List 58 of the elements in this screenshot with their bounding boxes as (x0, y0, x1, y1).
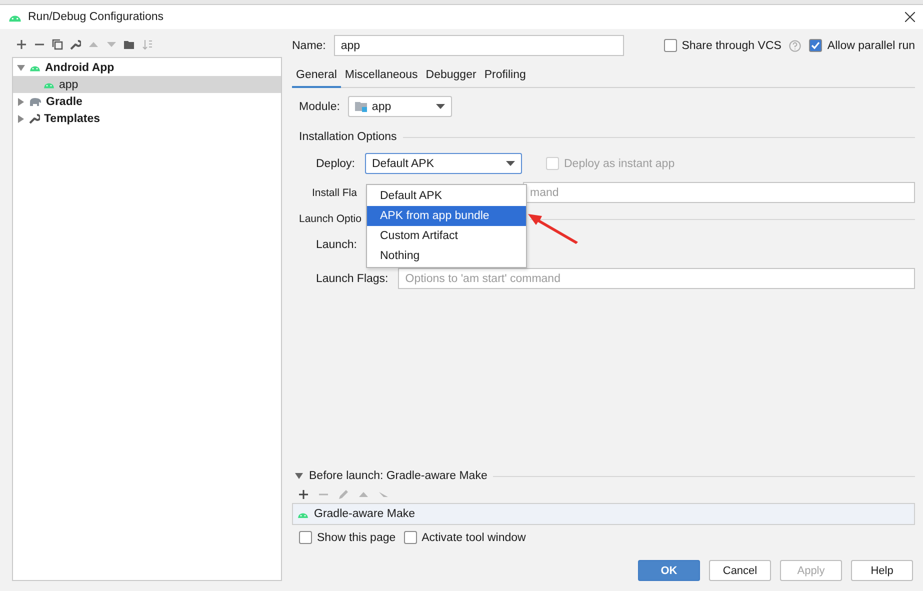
instant-app-label: Deploy as instant app (564, 158, 675, 170)
module-folder-icon (354, 101, 368, 112)
name-field[interactable]: app (334, 35, 624, 56)
module-label: Module: (299, 100, 340, 112)
edit-icon[interactable] (338, 489, 349, 500)
show-page-label: Show this page (317, 532, 396, 544)
expand-icon[interactable] (17, 98, 25, 106)
dialog-button[interactable]: OK (638, 560, 700, 581)
sort-icon[interactable] (142, 38, 153, 50)
elephant-icon (29, 97, 42, 106)
dropdown-caret-icon[interactable] (506, 161, 515, 166)
launch-label: Launch: (316, 238, 357, 250)
menu-option[interactable]: Custom Artifact (367, 226, 526, 246)
checkbox[interactable] (299, 531, 312, 544)
tree-item[interactable]: Android App (13, 59, 281, 76)
menu-option[interactable]: Default APK (367, 186, 526, 206)
checkbox[interactable] (809, 39, 822, 52)
share-label: Share through VCS (682, 40, 782, 52)
close-icon[interactable] (905, 12, 915, 22)
tab[interactable]: Debugger (422, 66, 480, 88)
section-title: Launch Optio (299, 213, 362, 225)
folder-icon[interactable] (124, 38, 135, 50)
allow-parallel-label: Allow parallel run (827, 40, 915, 52)
android-icon (43, 80, 55, 89)
deploy-label: Deploy: (316, 158, 355, 170)
copy-icon[interactable] (52, 38, 63, 50)
tab[interactable]: Profiling (480, 66, 530, 88)
tree-item[interactable]: Templates (13, 110, 281, 127)
dropdown-caret-icon[interactable] (436, 104, 445, 109)
checkbox[interactable] (404, 531, 417, 544)
help-icon[interactable] (789, 40, 802, 52)
section-title[interactable]: Before launch: Gradle-aware Make (309, 470, 488, 482)
collapse-icon[interactable] (17, 64, 25, 72)
name-label: Name: (292, 40, 326, 52)
expand-icon[interactable] (17, 114, 25, 122)
tree-item[interactable]: Gradle (13, 93, 281, 110)
task-item[interactable]: Gradle-aware Make (314, 508, 415, 520)
add-icon[interactable] (16, 38, 27, 50)
wrench-icon[interactable] (70, 38, 81, 50)
module-dropdown[interactable]: app (348, 96, 452, 117)
checkbox[interactable] (664, 39, 677, 52)
window-title: Run/Debug Configurations (28, 11, 165, 23)
launch-flags-label: Launch Flags: (316, 272, 388, 284)
add-icon[interactable] (298, 489, 309, 500)
menu-option[interactable]: Nothing (367, 246, 526, 266)
tree-item[interactable]: app (13, 76, 281, 93)
section-title: Installation Options (299, 131, 397, 143)
install-flags-label: Install Fla (312, 186, 357, 198)
activate-label: Activate tool window (422, 532, 526, 544)
android-icon (29, 63, 41, 72)
menu-option[interactable]: APK from app bundle (367, 206, 526, 226)
dialog-button[interactable]: Help (851, 560, 913, 581)
dialog-button[interactable]: Cancel (709, 560, 771, 581)
wrench-icon (29, 113, 40, 124)
tab[interactable]: General (292, 66, 341, 88)
tab[interactable]: Miscellaneous (340, 66, 422, 88)
deploy-dropdown[interactable]: Default APK (365, 153, 522, 174)
collapse-icon[interactable] (295, 473, 303, 479)
